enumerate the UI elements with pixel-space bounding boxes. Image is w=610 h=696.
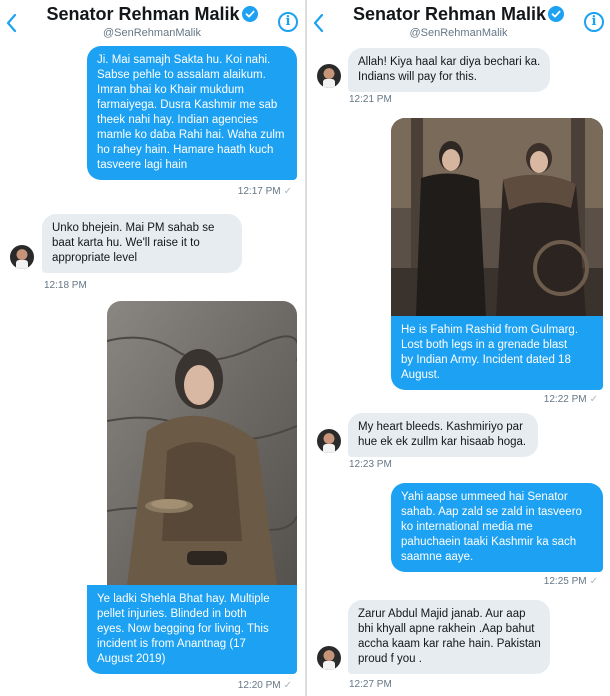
message-timestamp: 12:27 PM <box>349 679 392 690</box>
message-line: Indians will pay for this. <box>358 71 477 83</box>
avatar[interactable] <box>317 64 341 88</box>
verified-badge-icon <box>548 6 565 22</box>
message-line: tasveere lagi hain <box>97 159 188 171</box>
message-timestamp: 12:20 PM ✓ <box>238 680 292 691</box>
right-conversation-pane: Senator Rehman Malik @SenRehmanMalik i A… <box>307 0 610 696</box>
timestamp-text: 12:18 PM <box>44 280 87 291</box>
message-bubble-incoming[interactable]: Allah! Kiya haal kar diya bechari ka. In… <box>348 48 550 92</box>
message-line: sahab. Aap zald se zald in tasveero <box>401 506 582 518</box>
message-line: Lost both legs in a grenade blast <box>401 339 568 351</box>
message-line: August 2019) <box>97 653 166 665</box>
message-line: proud f you . <box>358 653 422 665</box>
message-bubble-outgoing[interactable]: Yahi aapse ummeed hai Senator sahab. Aap… <box>391 483 603 572</box>
verified-badge-icon <box>241 6 258 22</box>
message-line: appropriate level <box>52 252 138 264</box>
message-line: Unko bhejein. Mai PM sahab se <box>52 222 215 234</box>
message-timestamp: 12:23 PM <box>349 459 392 470</box>
message-line: Zarur Abdul Majid janab. Aur aap <box>358 608 526 620</box>
message-bubble-outgoing[interactable]: Ye ladki Shehla Bhat hay. Multiple pelle… <box>87 585 297 674</box>
attached-photo[interactable] <box>391 118 603 316</box>
message-bubble-incoming[interactable]: Unko bhejein. Mai PM sahab se baat karta… <box>42 214 242 273</box>
check-icon: ✓ <box>283 186 292 197</box>
check-icon: ✓ <box>589 576 598 587</box>
message-line: Yahi aapse ummeed hai Senator <box>401 491 568 503</box>
timestamp-text: 12:20 PM <box>237 680 281 691</box>
timestamp-text: 12:22 PM <box>543 394 587 405</box>
message-bubble-outgoing[interactable]: Ji. Mai samajh Sakta hu. Koi nahi. Sabse… <box>87 46 297 180</box>
message-timestamp: 12:25 PM ✓ <box>544 576 598 587</box>
left-conversation-pane: Senator Rehman Malik @SenRehmanMalik i J… <box>0 0 304 696</box>
message-line: incident is from Anantnag (17 <box>97 638 246 650</box>
header-title[interactable]: Senator Rehman Malik <box>0 4 304 25</box>
timestamp-text: 12:23 PM <box>349 459 392 470</box>
message-line: pellet injuries. Blinded in both <box>97 608 247 620</box>
avatar[interactable] <box>10 245 34 269</box>
message-line: accha kaam kar rahe hain. Pakistan <box>358 638 541 650</box>
message-line: saamne aaye. <box>401 551 474 563</box>
message-line: Ye ladki Shehla Bhat hay. Multiple <box>97 593 270 605</box>
message-timestamp: 12:18 PM <box>44 280 87 291</box>
message-bubble-incoming[interactable]: Zarur Abdul Majid janab. Aur aap bhi khy… <box>348 600 550 674</box>
message-line: Sabse pehle to assalam alaikum. <box>97 69 266 81</box>
avatar[interactable] <box>317 429 341 453</box>
header-title[interactable]: Senator Rehman Malik <box>307 4 610 25</box>
message-line: farmaiyega. Dusra Kashmir me sab <box>97 99 278 111</box>
contact-name: Senator Rehman Malik <box>352 4 547 24</box>
attached-photo[interactable] <box>107 301 297 585</box>
message-line: hue ek ek zullm kar hisaab hoga. <box>358 436 527 448</box>
contact-name: Senator Rehman Malik <box>46 4 240 24</box>
message-line: pahuchaein taaki Kashmir ka sach <box>401 536 577 548</box>
info-icon[interactable]: i <box>584 12 604 32</box>
message-line: bhi khyall apne rakhein .Aap bahut <box>358 623 535 635</box>
timestamp-text: 12:27 PM <box>349 679 392 690</box>
message-bubble-outgoing[interactable]: He is Fahim Rashid from Gulmarg. Lost bo… <box>391 316 603 390</box>
message-bubble-incoming[interactable]: My heart bleeds. Kashmiriyo par hue ek e… <box>348 413 538 457</box>
timestamp-text: 12:21 PM <box>349 94 392 105</box>
contact-handle[interactable]: @SenRehmanMalik <box>0 27 304 39</box>
conversation-header: Senator Rehman Malik @SenRehmanMalik i <box>0 0 304 46</box>
info-icon[interactable]: i <box>278 12 298 32</box>
message-line: Imran bhai ko Khair mukdum <box>97 84 245 96</box>
message-timestamp: 12:22 PM ✓ <box>544 394 598 405</box>
contact-handle[interactable]: @SenRehmanMalik <box>307 27 610 39</box>
message-line: eyes. Now begging for living. This <box>97 623 269 635</box>
message-timestamp: 12:17 PM ✓ <box>238 186 292 197</box>
message-line: mamle ko daba Rahi hai. Waha zulm <box>97 129 285 141</box>
timestamp-text: 12:25 PM <box>543 576 587 587</box>
message-line: baat karta hu. We'll raise it to <box>52 237 200 249</box>
avatar[interactable] <box>317 646 341 670</box>
message-line: ho rahey hain. Hamare haath kuch <box>97 144 274 156</box>
timestamp-text: 12:17 PM <box>237 186 281 197</box>
check-icon: ✓ <box>283 680 292 691</box>
conversation-header: Senator Rehman Malik @SenRehmanMalik i <box>307 0 610 46</box>
check-icon: ✓ <box>589 394 598 405</box>
message-line: by Indian Army. Incident dated 18 <box>401 354 571 366</box>
message-line: ko international media me <box>401 521 533 533</box>
message-line: Ji. Mai samajh Sakta hu. Koi nahi. <box>97 54 271 66</box>
message-line: theek nahi hay. Indian agencies <box>97 114 258 126</box>
message-line: Allah! Kiya haal kar diya bechari ka. <box>358 56 541 68</box>
message-line: My heart bleeds. Kashmiriyo par <box>358 421 523 433</box>
message-line: He is Fahim Rashid from Gulmarg. <box>401 324 579 336</box>
message-line: August. <box>401 369 440 381</box>
message-timestamp: 12:21 PM <box>349 94 392 105</box>
